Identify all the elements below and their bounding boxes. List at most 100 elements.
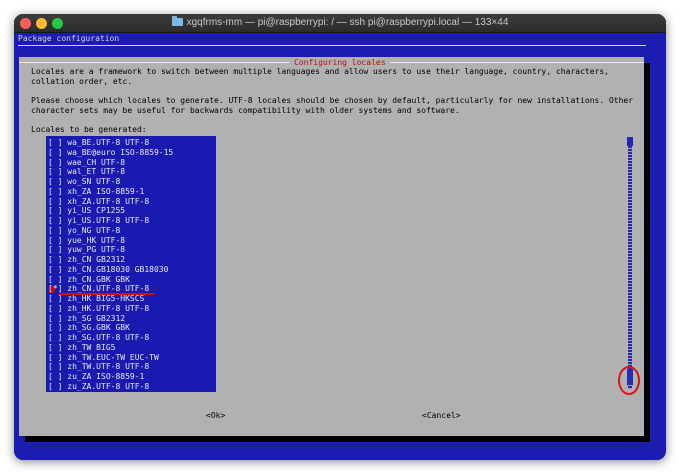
title-bar[interactable]: xgqfrms-mm — pi@raspberrypi: / — ssh pi@… <box>14 14 666 33</box>
locale-item[interactable]: [ ] zh_CN.GB18030 GB18030 <box>48 265 168 275</box>
locale-name: zh_HK.UTF-8 UTF-8 <box>67 303 150 313</box>
locale-name: zh_TW BIG5 <box>67 342 116 352</box>
locale-list[interactable]: [ ] wa_BE.UTF-8 UTF-8[ ] wa_BE@euro ISO-… <box>46 136 216 392</box>
locale-item[interactable]: [ ] zh_CN.GBK GBK <box>48 275 130 285</box>
cancel-button[interactable]: <Cancel> <box>422 411 461 421</box>
locale-name: zh_TW.UTF-8 UTF-8 <box>67 362 150 372</box>
locale-checkbox[interactable]: [ ] <box>48 294 62 303</box>
intro-line: Locales are a framework to switch betwee… <box>31 67 609 76</box>
locale-name: wal_ET UTF-8 <box>67 167 126 177</box>
locale-name: zh_SG GB2312 <box>67 313 126 323</box>
list-label: Locales to be generated: <box>31 125 147 134</box>
locale-checkbox[interactable]: [ ] <box>48 158 62 167</box>
locale-name: zh_CN.UTF-8 UTF-8 <box>67 284 150 294</box>
locale-item[interactable]: [ ] xh_ZA ISO-8859-1 <box>48 187 144 197</box>
locale-item[interactable]: [ ] zh_HK BIG5-HKSCS <box>48 294 144 304</box>
locale-item[interactable]: [ ] zh_TW.UTF-8 UTF-8 <box>48 362 149 372</box>
locale-item[interactable]: [ ] yi_US CP1255 <box>48 206 125 216</box>
locale-checkbox[interactable]: [ ] <box>48 236 62 245</box>
locale-item[interactable]: [ ] wa_BE.UTF-8 UTF-8 <box>48 138 149 148</box>
locale-item[interactable]: [ ] yue_HK UTF-8 <box>48 236 125 246</box>
locale-checkbox[interactable]: [ ] <box>48 216 62 225</box>
window-title-text: xgqfrms-mm — pi@raspberrypi: / — ssh pi@… <box>186 17 509 28</box>
locale-item[interactable]: [ ] wa_BE@euro ISO-8859-15 <box>48 148 173 158</box>
scrollbar-track[interactable] <box>628 137 632 389</box>
locale-item[interactable]: [ ] yo_NG UTF-8 <box>48 226 120 236</box>
instructions-paragraph: Please choose which locales to generate.… <box>31 96 633 116</box>
locale-name: zu_ZA ISO-8859-1 <box>67 372 145 381</box>
locale-item[interactable]: [ ] zh_SG.UTF-8 UTF-8 <box>48 333 149 343</box>
backtitle-divider <box>18 45 646 46</box>
locale-checkbox[interactable]: [ ] <box>48 343 62 352</box>
locale-name: zh_TW.EUC-TW EUC-TW <box>67 352 159 362</box>
locale-name: zh_SG.GBK GBK <box>67 323 130 333</box>
instructions-line: character sets may be useful for backwar… <box>31 106 460 115</box>
locale-checkbox[interactable]: [ ] <box>48 372 62 381</box>
locale-item[interactable]: [ ] yi_US.UTF-8 UTF-8 <box>48 216 149 226</box>
locale-item[interactable]: [ ] zh_SG.GBK GBK <box>48 323 130 333</box>
locale-name: yi_US.UTF-8 UTF-8 <box>67 216 150 225</box>
locale-name: xh_ZA ISO-8859-1 <box>67 186 145 196</box>
locale-checkbox[interactable]: [ ] <box>48 323 62 332</box>
locale-checkbox[interactable]: [ ] <box>48 304 62 313</box>
dialog-shadow-right <box>644 63 650 442</box>
locale-name: yi_US CP1255 <box>67 206 126 216</box>
intro-paragraph: Locales are a framework to switch betwee… <box>31 67 609 87</box>
locale-checkbox[interactable]: [ ] <box>48 187 62 196</box>
locale-item[interactable]: [ ] zh_CN GB2312 <box>48 255 125 265</box>
intro-line: collation order, etc. <box>31 77 133 86</box>
locale-item[interactable]: [ ] xh_ZA.UTF-8 UTF-8 <box>48 197 149 207</box>
locale-name: wo_SN UTF-8 <box>67 177 121 186</box>
locale-name: yo_NG UTF-8 <box>67 225 121 235</box>
locale-checkbox[interactable]: [ ] <box>48 148 62 157</box>
locale-checkbox[interactable]: [ ] <box>48 255 62 264</box>
locale-item[interactable]: [ ] zh_TW.EUC-TW EUC-TW <box>48 353 159 363</box>
locale-checkbox[interactable]: [ ] <box>48 167 62 176</box>
locale-name: zh_CN GB2312 <box>67 255 126 264</box>
locale-checkbox[interactable]: [ ] <box>48 362 62 371</box>
locale-checkbox[interactable]: [ ] <box>48 138 62 147</box>
locale-checkbox[interactable]: [ ] <box>48 353 62 362</box>
annotation-circle <box>618 366 640 395</box>
locale-name: zh_CN.GBK GBK <box>67 274 130 284</box>
locale-name: wae_CH UTF-8 <box>67 157 126 167</box>
annotation-underline <box>59 293 154 295</box>
locale-checkbox[interactable]: [ ] <box>48 265 62 274</box>
ok-button[interactable]: <Ok> <box>206 411 225 421</box>
locale-checkbox[interactable]: [ ] <box>48 245 62 254</box>
terminal-window: xgqfrms-mm — pi@raspberrypi: / — ssh pi@… <box>14 14 666 460</box>
locale-name: yue_HK UTF-8 <box>67 235 126 245</box>
locale-item[interactable]: [ ] zh_TW BIG5 <box>48 343 115 353</box>
configuring-locales-dialog: Configuring locales Locales are a framew… <box>19 57 644 436</box>
locale-name: zh_CN.GB18030 GB18030 <box>67 264 169 274</box>
dialog-shadow-bottom <box>25 436 650 442</box>
locale-item[interactable]: [ ] zu_ZA.UTF-8 UTF-8 <box>48 382 149 392</box>
locale-checkbox[interactable]: [ ] <box>48 382 62 391</box>
locale-checkbox[interactable]: [ ] <box>48 206 62 215</box>
locale-item[interactable]: [ ] wae_CH UTF-8 <box>48 158 125 168</box>
folder-icon <box>171 16 183 26</box>
locale-checkbox[interactable]: [ ] <box>48 177 62 186</box>
locale-name: wa_BE@euro ISO-8859-15 <box>67 147 174 157</box>
locale-item[interactable]: [ ] wo_SN UTF-8 <box>48 177 120 187</box>
locale-checkbox[interactable]: [ ] <box>48 197 62 206</box>
instructions-line: Please choose which locales to generate.… <box>31 96 634 105</box>
locale-item[interactable]: [ ] zu_ZA ISO-8859-1 <box>48 372 144 382</box>
locale-checkbox[interactable]: [ ] <box>48 275 62 284</box>
locale-name: xh_ZA.UTF-8 UTF-8 <box>67 196 150 206</box>
locale-item[interactable]: [ ] yuw_PG UTF-8 <box>48 245 125 255</box>
locale-name: zh_HK BIG5-HKSCS <box>67 294 145 303</box>
locale-name: wa_BE.UTF-8 UTF-8 <box>67 138 150 147</box>
locale-item[interactable]: [ ] wal_ET UTF-8 <box>48 167 125 177</box>
window-title: xgqfrms-mm — pi@raspberrypi: / — ssh pi@… <box>14 16 666 30</box>
locale-name: zu_ZA.UTF-8 UTF-8 <box>67 381 150 391</box>
locale-item[interactable]: [ ] zh_SG GB2312 <box>48 314 125 324</box>
locale-checkbox[interactable]: [ ] <box>48 333 62 342</box>
locale-checkbox[interactable]: [ ] <box>48 226 62 235</box>
locale-item[interactable]: [ ] zh_HK.UTF-8 UTF-8 <box>48 304 149 314</box>
scrollbar-top <box>627 137 633 146</box>
backtitle: Package configuration <box>18 34 120 43</box>
locale-name: zh_SG.UTF-8 UTF-8 <box>67 333 150 342</box>
locale-checkbox[interactable]: [*] <box>48 284 62 293</box>
locale-checkbox[interactable]: [ ] <box>48 314 62 323</box>
